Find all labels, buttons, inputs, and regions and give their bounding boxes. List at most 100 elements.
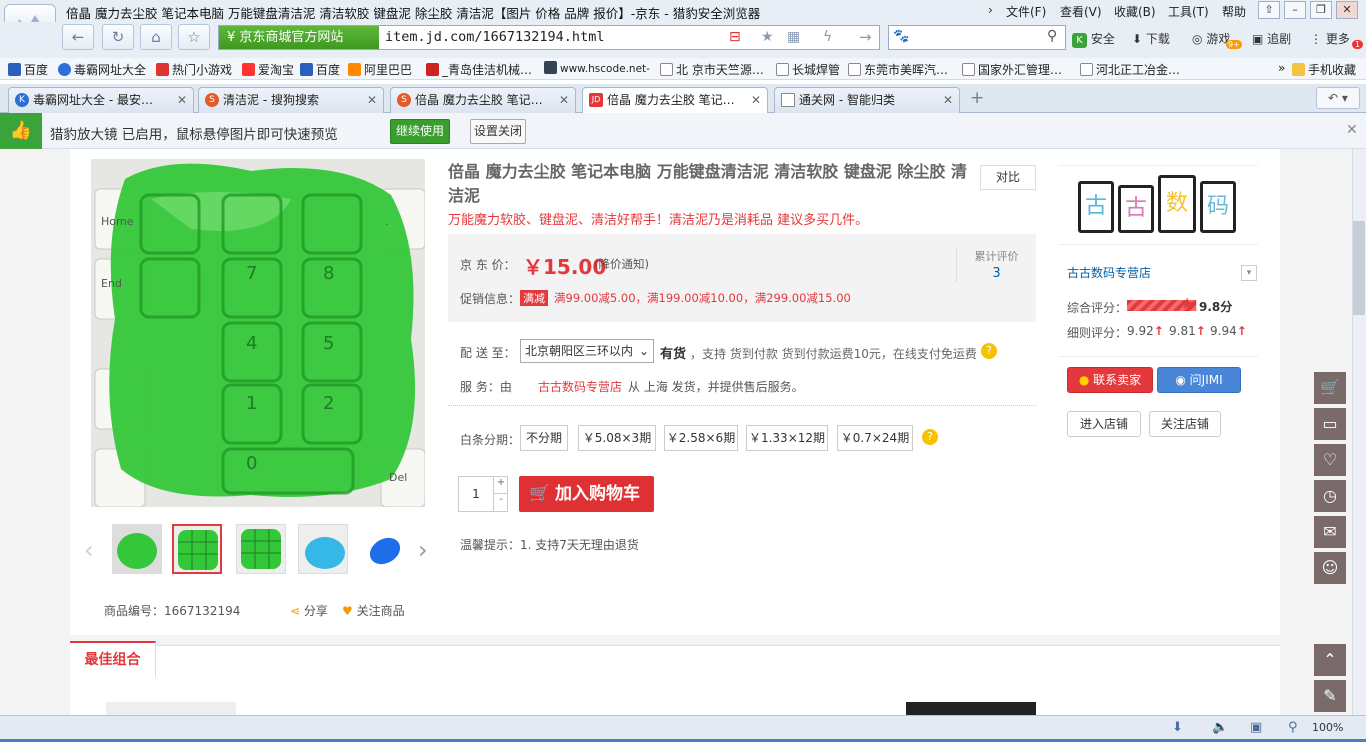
ask-jimi-button[interactable]: ◉ 问JIMI [1157,367,1241,393]
price-notice-link[interactable]: (降价通知) [594,256,649,272]
search-icon[interactable]: ⚲ [1047,28,1057,44]
share-button[interactable]: ⋖ 分享 [290,602,328,619]
bookmark-qingdao[interactable]: _青岛佳洁机械… [426,61,532,78]
undo-close-icon[interactable]: ↶ ▾ [1316,87,1360,109]
close-icon[interactable]: ✕ [177,88,187,112]
follow-product-button[interactable]: ♥ 关注商品 [342,602,405,619]
refresh-icon[interactable]: ↻ [102,24,134,50]
installment-option[interactable]: ￥5.08×3期 [578,425,656,451]
rating-count[interactable]: 3 [957,266,1036,281]
tab-tongguan[interactable]: 通关网 - 智能归类 ✕ [774,87,960,113]
close-window-button[interactable]: ✕ [1336,1,1358,19]
download-button[interactable]: ⬇ 下载 [1132,30,1170,47]
menu-help[interactable]: 帮助 [1222,3,1246,20]
rating-block[interactable]: 累计评价 3 [956,248,1036,281]
installment-option[interactable]: ￥1.33×12期 [746,425,828,451]
product-main-image[interactable]: 7 8 4 5 1 2 0 Home End. Del [91,159,425,507]
store-logo[interactable]: 古 古 数 码 [1074,175,1240,237]
chevron-icon[interactable]: › [988,3,993,17]
tab-jd-product[interactable]: JD 倍晶 魔力去尘胶 笔记… ✕ [582,87,768,114]
bookmark-dongguan[interactable]: 东莞市美晖汽… [848,61,948,78]
jimi-icon[interactable]: ☺ [1314,552,1346,584]
bookmark-tianzhu[interactable]: 北 京市天竺源… [660,61,764,78]
heart-icon[interactable]: ♡ [1314,444,1346,476]
thumbnail-2[interactable] [172,524,222,574]
security-button[interactable]: K 安全 [1072,30,1115,48]
volume-icon[interactable]: 🔈 [1212,720,1228,735]
more-button[interactable]: ⋮ 更多 [1310,30,1350,47]
increment-button[interactable]: + [493,477,508,494]
thumbnail-4[interactable] [298,524,348,574]
window-icon[interactable]: ▣ [1250,720,1262,735]
minimize-button[interactable]: – [1284,1,1306,19]
thumbnail-1[interactable] [112,524,162,574]
close-icon[interactable]: ✕ [1346,122,1358,138]
bookmark-changcheng[interactable]: 长城焊管 [776,61,840,78]
close-icon[interactable]: ✕ [751,88,761,112]
thumb-next-icon[interactable]: › [418,536,428,564]
menu-tools[interactable]: 工具(T) [1168,3,1209,20]
qrcode-icon[interactable]: ▦ [787,29,800,45]
coupon-icon[interactable]: ▭ [1314,408,1346,440]
bookmark-baidu[interactable]: 百度 [8,61,48,78]
settings-close-button[interactable]: 设置关闭 [470,119,526,144]
quantity-stepper[interactable]: 1 + - [458,476,508,512]
store-name-link[interactable]: 古古数码专营店 [1067,264,1151,281]
bookmark-forex[interactable]: 国家外汇管理… [962,61,1062,78]
installment-option[interactable]: ￥0.7×24期 [837,425,913,451]
bookmark-hebei[interactable]: 河北正工冶金… [1080,61,1180,78]
add-to-cart-button[interactable]: 🛒 加入购物车 [519,476,654,512]
overflow-chevron-icon[interactable]: » [1278,61,1285,75]
ship-location-select[interactable]: 北京朝阳区三环以内 ⌄ [520,339,654,363]
block-icon[interactable]: ⊟ [729,29,741,45]
help-icon[interactable]: ? [981,343,997,359]
bookmark-star-icon[interactable]: ★ [761,29,774,45]
bookmark-hscode[interactable]: www.hscode.net- [544,61,650,75]
combo-product-image[interactable] [106,702,236,715]
follow-store-button[interactable]: 关注店铺 [1149,411,1221,437]
history-icon[interactable]: ◷ [1314,480,1346,512]
menu-file[interactable]: 文件(F) [1006,3,1046,20]
address-bar[interactable]: ¥ 京东商城官方网站 item.jd.com/1667132194.html ⊟… [218,25,880,50]
close-icon[interactable]: ✕ [367,88,377,112]
bookmark-baidu-2[interactable]: 百度 [300,61,340,78]
decrement-button[interactable]: - [493,494,508,511]
paw-icon[interactable]: 🐾 [893,29,909,44]
service-store-link[interactable]: 古古数码专营店 [538,378,622,395]
chevron-down-icon[interactable]: ▾ [1241,265,1257,281]
help-icon[interactable]: ? [922,429,938,445]
installment-option[interactable]: 不分期 [520,425,568,451]
thumbnail-5[interactable] [360,524,410,574]
feedback-icon[interactable]: ✎ [1314,680,1346,712]
new-tab-button[interactable]: + [970,88,984,108]
home-icon[interactable]: ⌂ [140,24,172,50]
bookmark-aitaobao[interactable]: 爱淘宝 [242,61,294,78]
bookmark-games[interactable]: 热门小游戏 [156,61,232,78]
installment-option[interactable]: ￥2.58×6期 [664,425,738,451]
bookmark-folder-mobile[interactable]: 手机收藏 [1292,61,1356,78]
quantity-input[interactable]: 1 [459,487,493,501]
continue-button[interactable]: 继续使用 [390,119,450,144]
menu-favorites[interactable]: 收藏(B) [1114,3,1156,20]
zoom-level[interactable]: 100% [1312,721,1343,734]
lightning-icon[interactable]: ϟ [823,29,832,45]
forward-icon[interactable]: → [859,28,872,46]
games-button[interactable]: ◎ 游戏 [1192,30,1230,47]
zoom-icon[interactable]: ⚲ [1288,720,1298,735]
contact-seller-button[interactable]: ● 联系卖家 [1067,367,1153,393]
thumbnail-3[interactable] [236,524,286,574]
back-icon[interactable]: ← [62,24,94,50]
site-badge[interactable]: ¥ 京东商城官方网站 [219,26,379,49]
bookmark-alibaba[interactable]: 阿里巴巴 [348,61,412,78]
url-text[interactable]: item.jd.com/1667132194.html [385,29,604,45]
bookmark-duba[interactable]: 毒霸网址大全 [58,61,146,78]
search-box[interactable]: 🐾 ⚲ [888,25,1066,50]
thumb-prev-icon[interactable]: ‹ [84,536,94,564]
cart-icon[interactable]: 🛒 [1314,372,1346,404]
tab-duba[interactable]: K 毒霸网址大全 - 最安… ✕ [8,87,194,113]
close-icon[interactable]: ✕ [559,88,569,112]
download-icon[interactable]: ⬇ [1172,720,1183,735]
tab-best-combo[interactable]: 最佳组合 [70,641,156,677]
skin-icon[interactable]: ⇧ [1258,1,1280,19]
message-icon[interactable]: ✉ [1314,516,1346,548]
